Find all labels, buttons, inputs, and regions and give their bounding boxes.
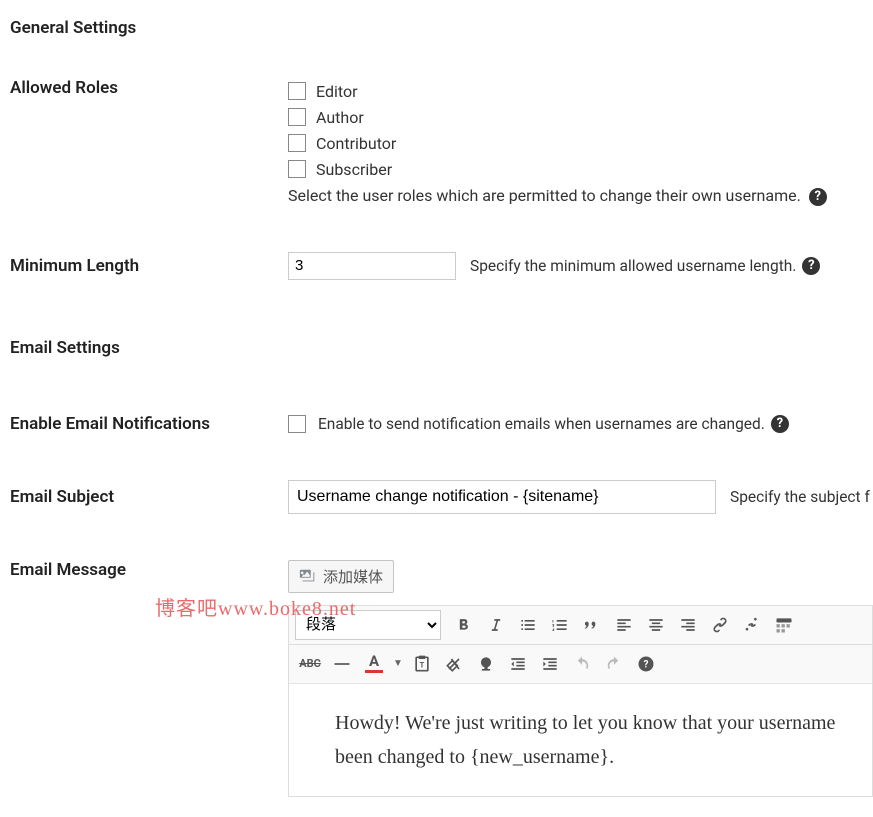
email-subject-label: Email Subject (10, 487, 288, 507)
bold-button[interactable] (449, 610, 479, 640)
section-email-settings: Email Settings (10, 320, 873, 370)
redo-button[interactable] (599, 649, 629, 679)
blockquote-button[interactable] (577, 610, 607, 640)
help-icon[interactable]: ? (809, 188, 827, 206)
email-subject-help: Specify the subject f (730, 488, 870, 506)
special-char-button[interactable] (471, 649, 501, 679)
outdent-button[interactable] (503, 649, 533, 679)
editor-content[interactable]: Howdy! We're just writing to let you kno… (289, 684, 872, 796)
section-general-settings: General Settings (10, 0, 873, 50)
help-icon[interactable]: ? (802, 257, 820, 275)
indent-button[interactable] (535, 649, 565, 679)
enable-notify-checkbox[interactable] (288, 415, 306, 433)
unlink-button[interactable] (737, 610, 767, 640)
link-button[interactable] (705, 610, 735, 640)
format-select[interactable]: 段落 (295, 610, 441, 640)
media-icon (299, 567, 317, 585)
clear-format-button[interactable] (439, 649, 469, 679)
svg-text:T: T (420, 660, 425, 669)
role-editor-label: Editor (316, 82, 357, 101)
undo-button[interactable] (567, 649, 597, 679)
role-subscriber-label: Subscriber (316, 160, 392, 179)
email-message-label: Email Message (10, 560, 288, 580)
editor-help-button[interactable]: ? (631, 649, 661, 679)
toolbar-toggle-button[interactable] (769, 610, 799, 640)
align-right-button[interactable] (673, 610, 703, 640)
min-length-input[interactable] (288, 252, 456, 280)
min-length-help: Specify the minimum allowed username len… (470, 257, 796, 275)
role-contributor-label: Contributor (316, 134, 396, 153)
strikethrough-button[interactable]: ABC (295, 649, 325, 679)
role-subscriber-checkbox[interactable] (288, 160, 306, 178)
paste-text-button[interactable]: T (407, 649, 437, 679)
numbered-list-button[interactable] (545, 610, 575, 640)
italic-button[interactable] (481, 610, 511, 640)
allowed-roles-help: Select the user roles which are permitte… (288, 186, 801, 205)
hr-button[interactable] (327, 649, 357, 679)
align-center-button[interactable] (641, 610, 671, 640)
svg-text:?: ? (644, 659, 649, 670)
role-contributor-checkbox[interactable] (288, 134, 306, 152)
text-color-dropdown[interactable]: ▼ (391, 649, 405, 679)
bullet-list-button[interactable] (513, 610, 543, 640)
role-author-checkbox[interactable] (288, 108, 306, 126)
text-color-button[interactable]: A (359, 649, 389, 679)
allowed-roles-label: Allowed Roles (10, 78, 288, 98)
min-length-label: Minimum Length (10, 256, 288, 276)
enable-notify-help: Enable to send notification emails when … (318, 415, 765, 433)
enable-notify-label: Enable Email Notifications (10, 414, 288, 434)
align-left-button[interactable] (609, 610, 639, 640)
add-media-button[interactable]: 添加媒体 (288, 560, 394, 593)
email-subject-input[interactable] (288, 480, 716, 514)
help-icon[interactable]: ? (771, 415, 789, 433)
role-author-label: Author (316, 108, 364, 127)
add-media-label: 添加媒体 (323, 566, 383, 587)
role-editor-checkbox[interactable] (288, 82, 306, 100)
